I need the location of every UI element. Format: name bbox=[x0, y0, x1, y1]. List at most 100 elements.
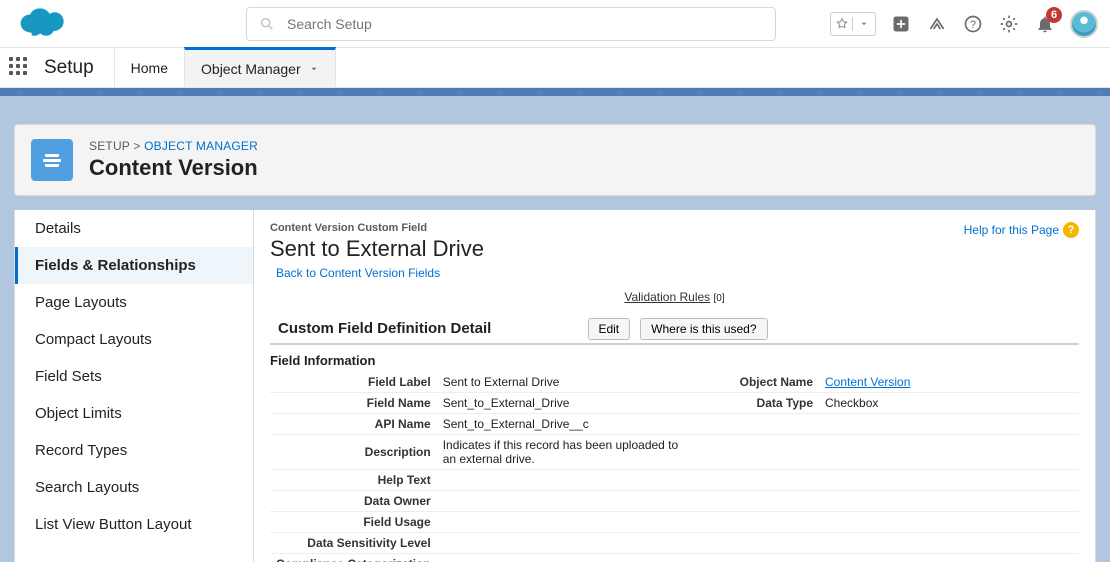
detail-label: Data Sensitivity Level bbox=[270, 533, 437, 554]
sidebar-item-search-layouts[interactable]: Search Layouts bbox=[15, 469, 253, 506]
search-input[interactable] bbox=[287, 16, 763, 32]
sidebar-item-fields[interactable]: Fields & Relationships bbox=[15, 247, 253, 284]
detail-label: Data Type bbox=[699, 393, 819, 414]
global-search[interactable] bbox=[246, 7, 776, 41]
detail-row: API NameSent_to_External_Drive__c bbox=[270, 414, 1079, 435]
notification-badge: 6 bbox=[1046, 7, 1062, 23]
detail-label: Object Name bbox=[699, 372, 819, 393]
notifications-icon[interactable]: 6 bbox=[1034, 13, 1056, 35]
detail-label bbox=[699, 512, 819, 533]
detail-row: Field LabelSent to External DriveObject … bbox=[270, 372, 1079, 393]
chevron-down-icon bbox=[309, 61, 319, 77]
nav-tab-label: Object Manager bbox=[201, 61, 301, 77]
detail-value bbox=[437, 554, 699, 562]
detail-value bbox=[437, 470, 699, 491]
detail-label: Field Usage bbox=[270, 512, 437, 533]
detail-value bbox=[819, 435, 1079, 470]
detail-value bbox=[437, 491, 699, 512]
global-actions-icon[interactable] bbox=[890, 13, 912, 35]
detail-label: Compliance Categorization bbox=[270, 554, 437, 562]
sidebar-item-list-view-button-layout[interactable]: List View Button Layout bbox=[15, 506, 253, 543]
edit-button[interactable]: Edit bbox=[587, 318, 630, 340]
app-nav: Setup Home Object Manager bbox=[0, 48, 1110, 88]
detail-label: Data Owner bbox=[270, 491, 437, 512]
breadcrumb-root: SETUP bbox=[89, 139, 130, 153]
detail-value bbox=[819, 470, 1079, 491]
detail-value bbox=[819, 533, 1079, 554]
settings-icon[interactable] bbox=[998, 13, 1020, 35]
page-header: SETUP > OBJECT MANAGER Content Version bbox=[14, 124, 1096, 196]
detail-value: Sent_to_External_Drive__c bbox=[437, 414, 699, 435]
detail-value bbox=[819, 512, 1079, 533]
detail-label bbox=[699, 414, 819, 435]
page-title: Content Version bbox=[89, 155, 258, 181]
help-icon: ? bbox=[1063, 222, 1079, 238]
field-detail-table: Field LabelSent to External DriveObject … bbox=[270, 372, 1079, 562]
page-body: SETUP > OBJECT MANAGER Content Version D… bbox=[0, 96, 1110, 562]
detail-value: Indicates if this record has been upload… bbox=[437, 435, 699, 470]
chevron-down-icon bbox=[853, 19, 875, 29]
guidance-icon[interactable] bbox=[926, 13, 948, 35]
detail-row: Help Text bbox=[270, 470, 1079, 491]
subsection-title: Field Information bbox=[270, 353, 1079, 368]
detail-value bbox=[819, 554, 1079, 562]
detail-row: Data Owner bbox=[270, 491, 1079, 512]
detail-row: Field NameSent_to_External_DriveData Typ… bbox=[270, 393, 1079, 414]
sidebar: Details Fields & Relationships Page Layo… bbox=[14, 210, 254, 562]
object-icon bbox=[31, 139, 73, 181]
detail-value: Sent to External Drive bbox=[437, 372, 699, 393]
back-link[interactable]: Back to Content Version Fields bbox=[276, 266, 440, 280]
record-type-label: Content Version Custom Field bbox=[270, 222, 484, 234]
sidebar-item-object-limits[interactable]: Object Limits bbox=[15, 395, 253, 432]
global-header: ? 6 bbox=[0, 0, 1110, 48]
breadcrumb-link-object-manager[interactable]: OBJECT MANAGER bbox=[144, 139, 258, 153]
sidebar-item-compact-layouts[interactable]: Compact Layouts bbox=[15, 321, 253, 358]
nav-tab-object-manager[interactable]: Object Manager bbox=[184, 47, 336, 87]
detail-label bbox=[699, 470, 819, 491]
section-header: Custom Field Definition Detail Edit Wher… bbox=[270, 320, 1079, 345]
breadcrumb: SETUP > OBJECT MANAGER bbox=[89, 139, 258, 153]
detail-value: Checkbox bbox=[819, 393, 1079, 414]
detail-value bbox=[437, 533, 699, 554]
favorites-button[interactable] bbox=[830, 12, 876, 36]
detail-row: Field Usage bbox=[270, 512, 1079, 533]
detail-label bbox=[699, 435, 819, 470]
star-icon bbox=[831, 17, 853, 31]
detail-value bbox=[819, 414, 1079, 435]
detail-value bbox=[819, 491, 1079, 512]
detail-label bbox=[699, 491, 819, 512]
detail-row: Compliance Categorization bbox=[270, 554, 1079, 562]
detail-value: Content Version bbox=[819, 372, 1079, 393]
detail-row: Data Sensitivity Level bbox=[270, 533, 1079, 554]
detail-label: Field Label bbox=[270, 372, 437, 393]
detail-label bbox=[699, 533, 819, 554]
user-avatar[interactable] bbox=[1070, 10, 1098, 38]
help-icon[interactable]: ? bbox=[962, 13, 984, 35]
salesforce-logo bbox=[16, 6, 66, 42]
sidebar-item-page-layouts[interactable]: Page Layouts bbox=[15, 284, 253, 321]
record-title: Sent to External Drive bbox=[270, 236, 484, 262]
svg-text:?: ? bbox=[970, 19, 976, 31]
help-link[interactable]: Help for this Page ? bbox=[964, 222, 1079, 238]
header-actions: ? 6 bbox=[830, 10, 1098, 38]
content-panel: Content Version Custom Field Sent to Ext… bbox=[254, 210, 1096, 562]
detail-label: Description bbox=[270, 435, 437, 470]
detail-label: Help Text bbox=[270, 470, 437, 491]
detail-label bbox=[699, 554, 819, 562]
object-link[interactable]: Content Version bbox=[825, 375, 910, 389]
sidebar-item-record-types[interactable]: Record Types bbox=[15, 432, 253, 469]
detail-value: Sent_to_External_Drive bbox=[437, 393, 699, 414]
nav-tab-home[interactable]: Home bbox=[114, 48, 184, 88]
detail-value bbox=[437, 512, 699, 533]
sidebar-item-field-sets[interactable]: Field Sets bbox=[15, 358, 253, 395]
app-name: Setup bbox=[40, 57, 114, 79]
detail-label: Field Name bbox=[270, 393, 437, 414]
where-used-button[interactable]: Where is this used? bbox=[640, 318, 767, 340]
decorative-band bbox=[0, 88, 1110, 96]
sidebar-item-details[interactable]: Details bbox=[15, 210, 253, 247]
app-launcher-icon[interactable] bbox=[0, 57, 40, 79]
detail-row: DescriptionIndicates if this record has … bbox=[270, 435, 1079, 470]
section-title: Custom Field Definition Detail bbox=[278, 320, 491, 337]
validation-rules-link[interactable]: Validation Rules [0] bbox=[270, 290, 1079, 304]
search-icon bbox=[259, 16, 275, 32]
